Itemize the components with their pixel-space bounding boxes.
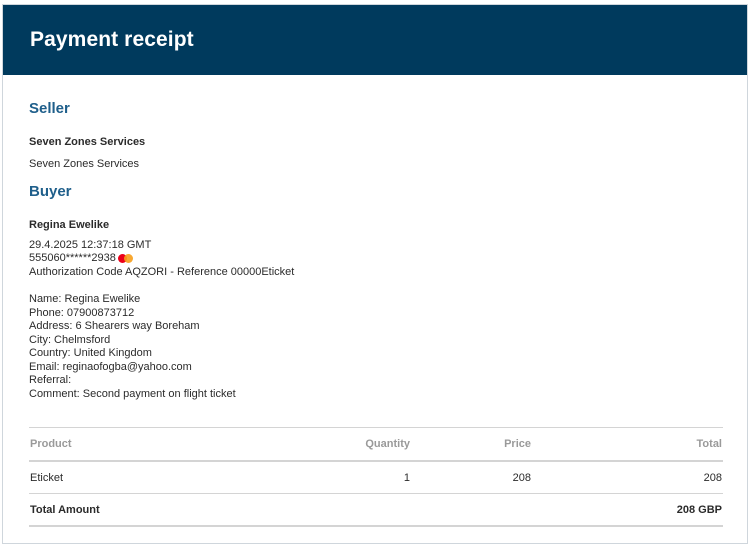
column-header-product: Product bbox=[29, 427, 281, 462]
seller-subname: Seven Zones Services bbox=[29, 158, 140, 170]
total-label: Total Amount bbox=[29, 493, 281, 527]
table-row: Eticket 1 208 208 bbox=[29, 461, 723, 494]
detail-referral: Referral: bbox=[29, 374, 72, 386]
receipt-container: Payment receipt Seller Seven Zones Servi… bbox=[2, 4, 748, 544]
authorization-code: Authorization Code AQZORI - Reference 00… bbox=[29, 265, 295, 278]
payment-info: 29.4.2025 12:37:18 GMT 555060******2938 … bbox=[29, 239, 723, 280]
buyer-details: Name: Regina Ewelike Phone: 07900873712 … bbox=[29, 293, 723, 401]
row-total: 208 bbox=[532, 461, 723, 494]
detail-country: Country: United Kingdom bbox=[29, 347, 152, 359]
detail-address: Address: 6 Shearers way Boreham bbox=[29, 320, 200, 332]
row-price: 208 bbox=[411, 461, 532, 494]
page-title: Payment receipt bbox=[30, 28, 194, 51]
card-number-row: 555060******2938 bbox=[29, 252, 723, 266]
column-header-quantity: Quantity bbox=[281, 427, 411, 462]
receipt-content: Seller Seven Zones Services Seven Zones … bbox=[3, 75, 747, 527]
column-header-price: Price bbox=[411, 427, 532, 462]
detail-phone: Phone: 07900873712 bbox=[29, 306, 135, 319]
detail-email: Email: reginaofogba@yahoo.com bbox=[29, 360, 192, 373]
detail-city: City: Chelmsford bbox=[29, 333, 111, 346]
seller-name: Seven Zones Services bbox=[29, 136, 146, 148]
seller-heading: Seller bbox=[29, 100, 70, 117]
detail-name: Name: Regina Ewelike bbox=[29, 293, 141, 305]
total-amount: 208 GBP bbox=[532, 493, 723, 527]
table-header-row: Product Quantity Price Total bbox=[29, 427, 723, 462]
row-quantity: 1 bbox=[281, 461, 411, 494]
buyer-heading: Buyer bbox=[29, 182, 72, 200]
mastercard-icon bbox=[117, 253, 134, 264]
column-header-total: Total bbox=[532, 427, 723, 462]
detail-comment: Comment: Second payment on flight ticket bbox=[29, 387, 236, 400]
card-number: 555060******2938 bbox=[29, 252, 116, 264]
receipt-header: Payment receipt bbox=[3, 5, 747, 75]
row-product: Eticket bbox=[29, 461, 281, 494]
payment-datetime: 29.4.2025 12:37:18 GMT bbox=[29, 238, 152, 251]
total-row: Total Amount 208 GBP bbox=[29, 493, 723, 527]
products-table: Product Quantity Price Total Eticket 1 2… bbox=[29, 427, 723, 527]
buyer-name: Regina Ewelike bbox=[29, 218, 110, 231]
